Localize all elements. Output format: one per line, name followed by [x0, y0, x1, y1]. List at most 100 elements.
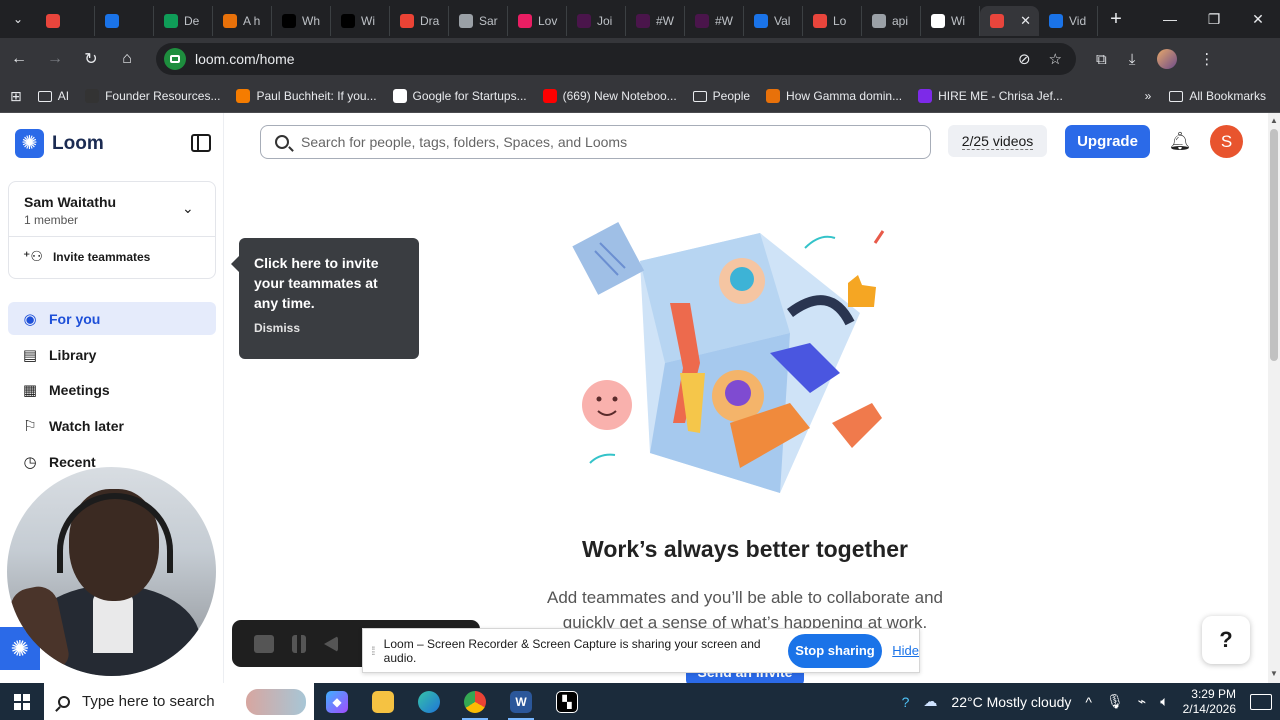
camera-bubble[interactable]	[7, 467, 216, 676]
nav-item-library[interactable]: ▤ Library	[8, 338, 216, 371]
loom-logo[interactable]: ✺ Loom	[15, 129, 104, 158]
minimize-icon[interactable]: —	[1148, 0, 1192, 38]
nav-item-meetings[interactable]: ▦ Meetings	[8, 373, 216, 406]
volume-icon[interactable]: 🔈︎	[1160, 693, 1168, 710]
reload-icon[interactable]: ↻	[74, 42, 108, 76]
browser-tab[interactable]: #W	[685, 6, 744, 36]
bookmark-item[interactable]: Paul Buchheit: If you...	[236, 89, 377, 103]
bookmark-item[interactable]: How Gamma domin...	[766, 89, 902, 103]
tab-search-icon[interactable]: ⌄	[0, 0, 36, 38]
browser-tab[interactable]: Val	[744, 6, 803, 36]
taskbar-word-icon[interactable]: W	[498, 683, 544, 720]
scroll-thumb[interactable]	[1270, 129, 1278, 361]
workspace-name[interactable]: Sam Waitathu	[24, 194, 116, 210]
new-tab-button[interactable]: +	[1098, 8, 1134, 31]
chevron-up-icon[interactable]: ^	[1085, 694, 1092, 710]
taskbar-edge-icon[interactable]	[406, 683, 452, 720]
site-info-icon[interactable]	[164, 48, 186, 70]
forward-icon[interactable]: →	[38, 42, 72, 76]
taskbar-chrome-icon[interactable]	[452, 683, 498, 720]
notification-icon[interactable]	[1250, 693, 1272, 710]
maximize-icon[interactable]: ❐	[1192, 0, 1236, 38]
bookmark-item[interactable]: Google for Startups...	[392, 89, 527, 103]
stop-sharing-button[interactable]: Stop sharing	[787, 633, 883, 668]
help-tray-icon[interactable]: ?	[902, 694, 910, 710]
browser-tab[interactable]	[95, 6, 154, 36]
browser-tab[interactable]: Lo	[803, 6, 862, 36]
browser-tab[interactable]: Joi	[567, 6, 626, 36]
stop-recording-icon[interactable]	[254, 634, 274, 653]
dismiss-button[interactable]: Dismiss	[254, 321, 404, 335]
chevron-right-icon[interactable]: »	[1145, 89, 1152, 103]
blogger-icon	[236, 89, 251, 103]
bookmark-item[interactable]: AI	[37, 89, 69, 103]
help-button[interactable]: ?	[1202, 616, 1250, 664]
page-scrollbar[interactable]: ▲ ▼	[1268, 113, 1280, 683]
windows-start-icon[interactable]	[0, 683, 44, 720]
bookmark-item[interactable]: (669) New Noteboo...	[542, 89, 677, 103]
hide-link[interactable]: Hide	[892, 643, 919, 658]
bookmark-item[interactable]: HIRE ME - Chrisa Jef...	[918, 89, 1063, 103]
taskbar-copilot-icon[interactable]: ◆	[314, 683, 360, 720]
browser-tab[interactable]: Wi	[331, 6, 390, 36]
profile-avatar[interactable]	[1157, 49, 1178, 69]
all-bookmarks[interactable]: All Bookmarks	[1169, 89, 1266, 103]
home-icon[interactable]: ⌂	[110, 42, 144, 76]
browser-tab[interactable]: Sar	[449, 6, 508, 36]
search-bar[interactable]	[260, 125, 931, 159]
weather-text[interactable]: 22°C Mostly cloudy	[951, 694, 1071, 710]
empty-state-headline: Work’s always better together	[582, 536, 908, 562]
microphone-icon[interactable]: 🎙︎	[1106, 693, 1124, 710]
nav-item-for-you[interactable]: ◉ For you	[8, 302, 216, 335]
network-icon[interactable]: ⌁	[1138, 693, 1146, 710]
bookmark-item[interactable]: People	[692, 89, 750, 103]
browser-tab[interactable]: A h	[213, 6, 272, 36]
gmail-icon	[400, 14, 414, 28]
browser-tab[interactable]: Wi	[921, 6, 980, 36]
back-icon[interactable]: ←	[2, 42, 36, 76]
avatar[interactable]: S	[1210, 125, 1243, 158]
invite-tooltip: Click here to invite your teammates at a…	[231, 238, 419, 359]
restart-icon[interactable]	[324, 635, 338, 652]
url-text[interactable]: loom.com/home	[195, 51, 295, 67]
browser-tab[interactable]: ✕	[980, 6, 1039, 36]
sidebar-collapse-icon[interactable]	[191, 134, 211, 152]
apps-grid-icon[interactable]: ⊞	[10, 88, 22, 105]
pause-icon[interactable]	[292, 634, 306, 653]
taskbar-search[interactable]: Type here to search	[44, 683, 314, 720]
bookmark-star-icon[interactable]: ☆	[1049, 50, 1062, 68]
clock[interactable]: 3:29 PM 2/14/2026	[1183, 687, 1236, 717]
browser-tab[interactable]: #W	[626, 6, 685, 36]
address-bar[interactable]: loom.com/home ⊘ ☆	[156, 43, 1076, 75]
browser-tab[interactable]: api	[862, 6, 921, 36]
browser-tab[interactable]: Lov	[508, 6, 567, 36]
download-icon[interactable]: ⤓	[1129, 51, 1136, 68]
eye-off-icon[interactable]: ⊘	[1018, 50, 1031, 68]
globe-icon	[459, 14, 473, 28]
close-window-icon[interactable]: ✕	[1236, 0, 1280, 38]
browser-tab[interactable]	[36, 6, 95, 36]
bookmark-item[interactable]: Founder Resources...	[85, 89, 220, 103]
nav-label: Library	[49, 346, 97, 363]
scroll-down-icon[interactable]: ▼	[1270, 669, 1278, 678]
extensions-icon[interactable]: ⧉	[1096, 51, 1107, 68]
browser-tab[interactable]: Dra	[390, 6, 449, 36]
upgrade-button[interactable]: Upgrade	[1065, 125, 1150, 158]
search-input[interactable]	[301, 134, 901, 150]
cloud-icon: ☁	[923, 693, 938, 709]
close-tab-icon[interactable]: ✕	[1020, 13, 1031, 29]
nav-item-watch-later[interactable]: ⚐ Watch later	[8, 409, 216, 442]
browser-tab[interactable]: Wh	[272, 6, 331, 36]
openai-icon	[931, 14, 945, 28]
browser-tab[interactable]: De	[154, 6, 213, 36]
browser-tab[interactable]: Vid	[1039, 6, 1098, 36]
video-count-badge[interactable]: 2/25 videos	[948, 125, 1047, 157]
taskbar-capcut-icon[interactable]: ▚	[544, 683, 590, 720]
taskbar-file-explorer-icon[interactable]	[360, 683, 406, 720]
chevron-down-icon[interactable]: ⌄	[182, 200, 194, 217]
drag-handle-icon[interactable]: ⁞⁞	[371, 644, 375, 658]
invite-teammates-button[interactable]: ⁺⚇ Invite teammates	[23, 248, 150, 265]
scroll-up-icon[interactable]: ▲	[1270, 116, 1278, 125]
bell-icon[interactable]: 🔔︎	[1169, 130, 1192, 152]
menu-kebab-icon[interactable]: ⋮	[1199, 50, 1214, 68]
